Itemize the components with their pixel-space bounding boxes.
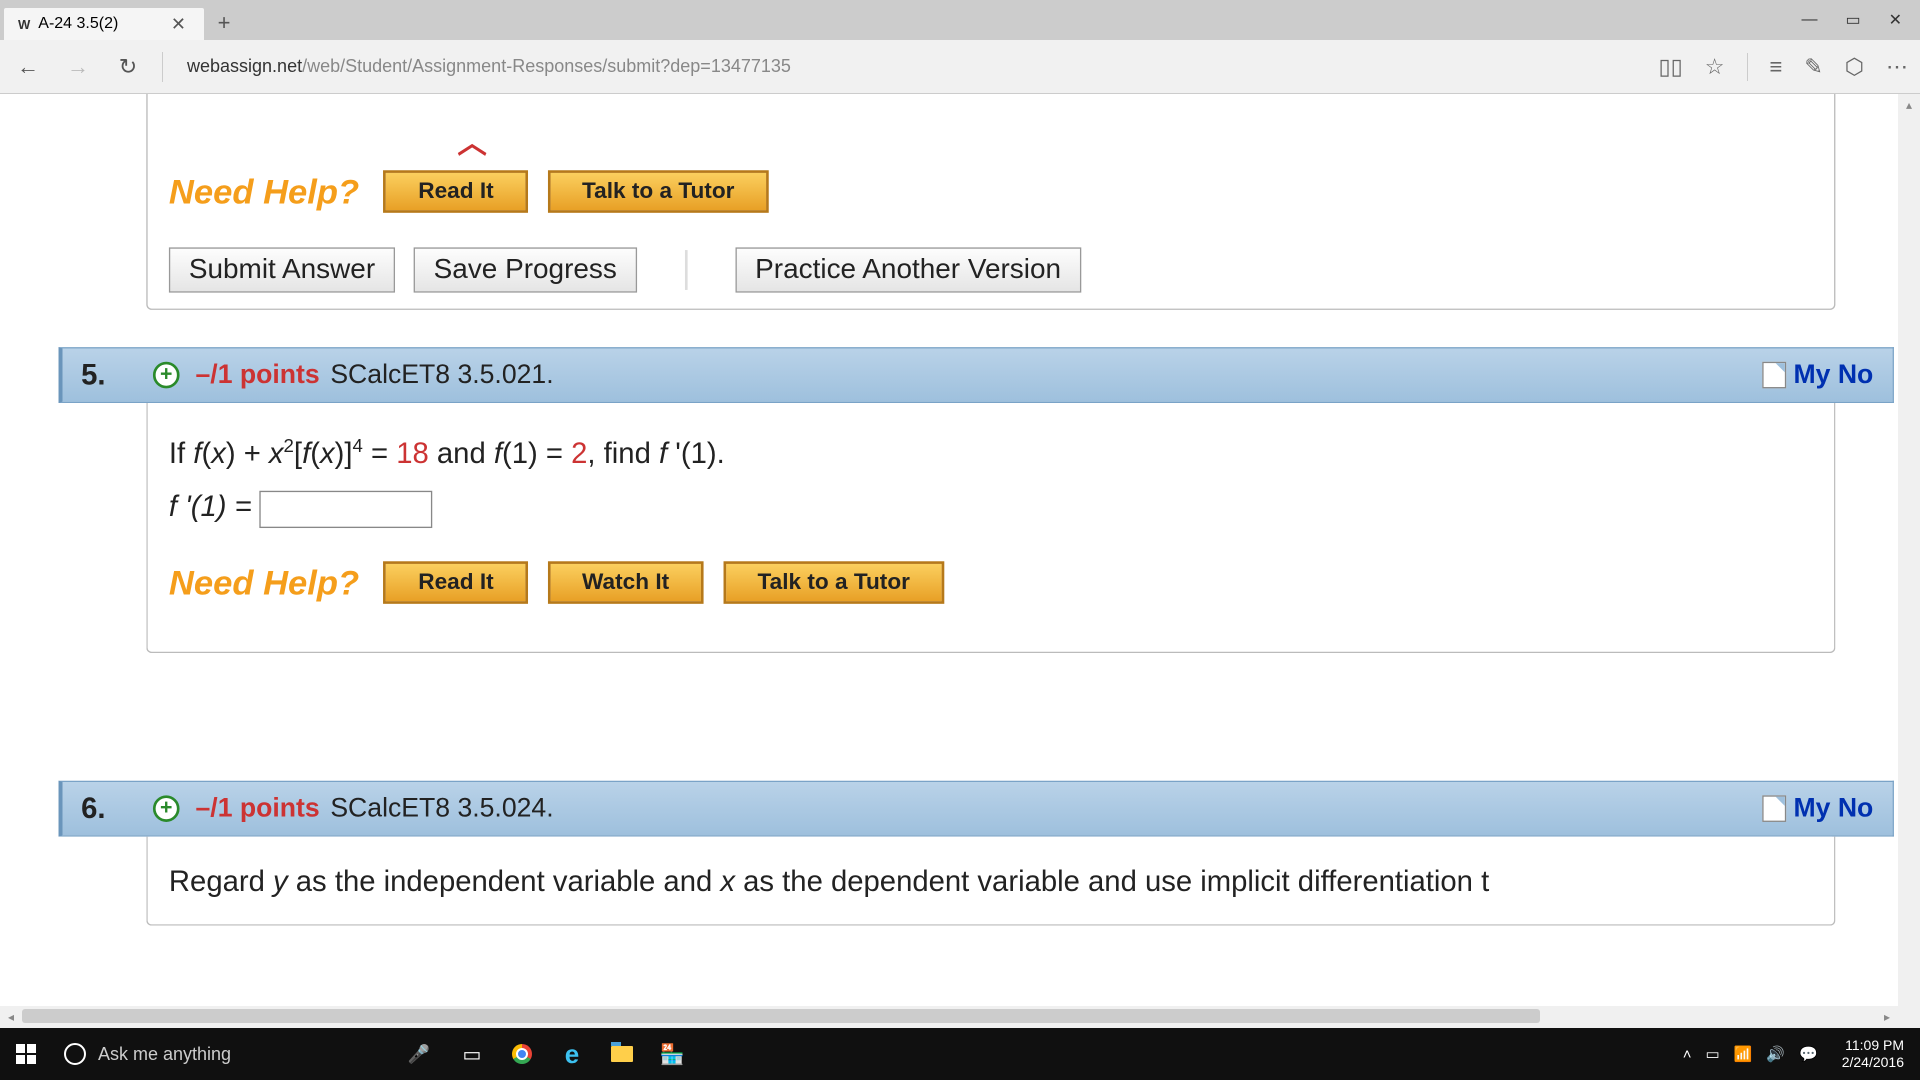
- action-center-icon[interactable]: 💬: [1799, 1045, 1818, 1063]
- points-label: –/1 points: [196, 360, 320, 391]
- cortana-icon: [64, 1043, 86, 1065]
- need-help-label: Need Help?: [169, 562, 359, 603]
- hscroll-thumb[interactable]: [22, 1009, 1540, 1023]
- need-help-label: Need Help?: [169, 171, 359, 212]
- answer-row: f '(1) =: [169, 480, 1812, 533]
- system-tray: ˄ ▭ 📶 🔊 💬 11:09 PM 2/24/2016: [1683, 1037, 1920, 1071]
- expand-icon[interactable]: +: [153, 796, 180, 823]
- webnote-icon[interactable]: ✎: [1804, 54, 1822, 80]
- browser-toolbar: ← → ↻ webassign.net/web/Student/Assignme…: [0, 40, 1920, 94]
- question-card-5: If f(x) + x2[f(x)]4 = 18 and f(1) = 2, f…: [146, 403, 1834, 653]
- hub-icon[interactable]: ≡: [1770, 54, 1783, 80]
- refresh-button[interactable]: ↻: [112, 51, 144, 83]
- file-explorer-icon[interactable]: [600, 1028, 644, 1080]
- maximize-icon[interactable]: ▭: [1845, 10, 1860, 30]
- page-content: ︿ Need Help? Read It Talk to a Tutor Sub…: [0, 94, 1898, 1028]
- my-notes-link[interactable]: My No: [1762, 794, 1874, 825]
- url-path: /web/Student/Assignment-Responses/submit…: [302, 56, 791, 77]
- close-icon[interactable]: ✕: [1889, 10, 1902, 30]
- cortana-placeholder: Ask me anything: [98, 1044, 231, 1065]
- points-label: –/1 points: [196, 794, 320, 825]
- question-card-4: ︿ Need Help? Read It Talk to a Tutor Sub…: [146, 94, 1834, 310]
- start-button[interactable]: [0, 1028, 52, 1080]
- new-tab-button[interactable]: +: [210, 9, 238, 37]
- page-viewport: ︿ Need Help? Read It Talk to a Tutor Sub…: [0, 94, 1920, 1028]
- browser-tab[interactable]: W A-24 3.5(2) ✕: [4, 8, 204, 40]
- question-reference: SCalcET8 3.5.024.: [330, 794, 553, 825]
- more-icon[interactable]: ⋯: [1886, 54, 1908, 80]
- scroll-up-icon[interactable]: ▴: [1898, 94, 1920, 116]
- share-icon[interactable]: ⬡: [1845, 54, 1864, 80]
- windows-icon: [16, 1044, 36, 1064]
- forward-button[interactable]: →: [62, 51, 94, 83]
- action-row: Submit Answer Save Progress Practice Ano…: [169, 247, 1812, 292]
- read-it-button[interactable]: Read It: [384, 170, 529, 213]
- read-it-button[interactable]: Read It: [384, 562, 529, 605]
- submit-answer-button[interactable]: Submit Answer: [169, 247, 395, 292]
- clock-date: 2/24/2016: [1842, 1054, 1904, 1071]
- mic-icon[interactable]: 🎤: [408, 1044, 430, 1065]
- tray-chevron-icon[interactable]: ˄: [1683, 1046, 1692, 1063]
- tab-close-icon[interactable]: ✕: [167, 14, 190, 35]
- question-reference: SCalcET8 3.5.021.: [330, 360, 553, 391]
- window-buttons: — ▭ ✕: [1801, 10, 1920, 30]
- task-icons: ▭ e 🏪: [450, 1028, 694, 1080]
- note-icon: [1762, 796, 1786, 823]
- my-notes-label: My No: [1794, 794, 1874, 825]
- volume-icon[interactable]: 🔊: [1766, 1045, 1785, 1063]
- question-header-5: 5. + –/1 points SCalcET8 3.5.021. My No: [59, 347, 1894, 403]
- cortana-search[interactable]: Ask me anything 🎤: [52, 1028, 442, 1080]
- save-progress-button[interactable]: Save Progress: [414, 247, 637, 292]
- minimize-icon[interactable]: —: [1801, 11, 1817, 29]
- watch-it-button[interactable]: Watch It: [547, 562, 703, 605]
- collapse-chevron-icon[interactable]: ︿: [456, 120, 488, 163]
- talk-to-tutor-button[interactable]: Talk to a Tutor: [547, 170, 769, 213]
- question-number: 5.: [81, 358, 153, 393]
- toolbar-right: ▯▯ ☆ ≡ ✎ ⬡ ⋯: [1659, 53, 1908, 81]
- practice-another-button[interactable]: Practice Another Version: [735, 247, 1081, 292]
- answer-input[interactable]: [260, 490, 433, 527]
- taskbar: Ask me anything 🎤 ▭ e 🏪 ˄ ▭ 📶 🔊 💬 11:09 …: [0, 1028, 1920, 1080]
- favorite-icon[interactable]: ☆: [1705, 54, 1725, 80]
- chrome-icon[interactable]: [500, 1028, 544, 1080]
- battery-icon[interactable]: ▭: [1705, 1045, 1719, 1063]
- my-notes-label: My No: [1794, 360, 1874, 391]
- tab-favicon-icon: W: [18, 17, 30, 32]
- taskbar-clock[interactable]: 11:09 PM 2/24/2016: [1832, 1037, 1914, 1071]
- url-domain: webassign.net: [187, 56, 302, 77]
- question-card-6: Regard y as the independent variable and…: [146, 837, 1834, 926]
- need-help-row: Need Help? Read It Talk to a Tutor: [169, 170, 1812, 213]
- question-text: Regard y as the independent variable and…: [169, 855, 1812, 908]
- talk-to-tutor-button[interactable]: Talk to a Tutor: [723, 562, 945, 605]
- task-view-icon[interactable]: ▭: [450, 1028, 494, 1080]
- clock-time: 11:09 PM: [1842, 1037, 1904, 1054]
- address-bar[interactable]: webassign.net/web/Student/Assignment-Res…: [175, 49, 1647, 85]
- reading-view-icon[interactable]: ▯▯: [1659, 54, 1683, 80]
- store-icon[interactable]: 🏪: [650, 1028, 694, 1080]
- horizontal-scrollbar[interactable]: ◂ ▸: [0, 1006, 1898, 1028]
- vertical-scrollbar[interactable]: ▴: [1898, 94, 1920, 1028]
- wifi-icon[interactable]: 📶: [1734, 1045, 1753, 1063]
- need-help-row-5: Need Help? Read It Watch It Talk to a Tu…: [169, 562, 1812, 605]
- back-button[interactable]: ←: [12, 51, 44, 83]
- question-header-6: 6. + –/1 points SCalcET8 3.5.024. My No: [59, 781, 1894, 837]
- question-text: If f(x) + x2[f(x)]4 = 18 and f(1) = 2, f…: [169, 427, 1812, 480]
- titlebar: W A-24 3.5(2) ✕ + — ▭ ✕: [0, 0, 1920, 40]
- scroll-right-icon[interactable]: ▸: [1876, 1006, 1898, 1028]
- my-notes-link[interactable]: My No: [1762, 360, 1874, 391]
- edge-icon[interactable]: e: [550, 1028, 594, 1080]
- answer-label: f '(1) =: [169, 489, 260, 522]
- expand-icon[interactable]: +: [153, 362, 180, 389]
- scroll-left-icon[interactable]: ◂: [0, 1006, 22, 1028]
- question-number: 6.: [81, 792, 153, 827]
- note-icon: [1762, 362, 1786, 389]
- tab-title: A-24 3.5(2): [38, 15, 118, 33]
